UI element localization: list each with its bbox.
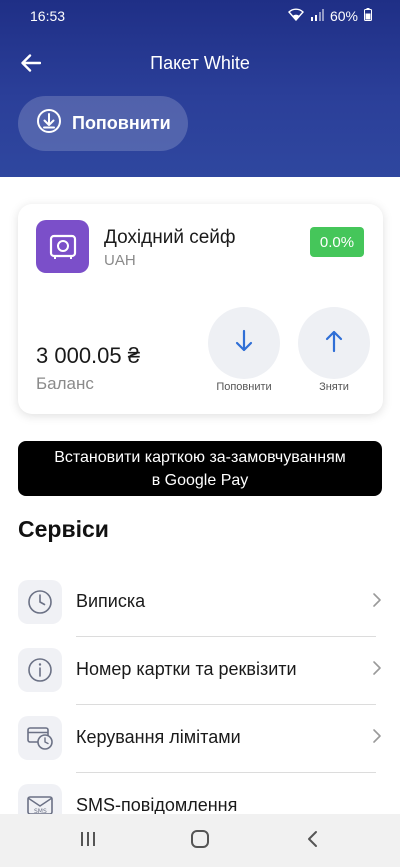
recents-icon <box>79 830 97 853</box>
service-item-statement[interactable]: Виписка <box>0 580 400 648</box>
service-item-label: Номер картки та реквізити <box>76 659 297 679</box>
chevron-right-icon <box>372 728 382 749</box>
rate-badge: 0.0% <box>310 227 364 257</box>
service-item-label: SMS-повідомлення <box>76 795 238 815</box>
safe-topup-button[interactable] <box>208 307 280 379</box>
balance-label: Баланс <box>36 374 94 393</box>
recents-button[interactable] <box>68 826 108 856</box>
arrow-down-icon <box>234 329 254 358</box>
page-title: Пакет White <box>150 53 250 73</box>
service-item-limits[interactable]: Керування лімітами <box>0 716 400 784</box>
services-title: Сервіси <box>18 516 109 542</box>
chevron-right-icon <box>372 660 382 681</box>
signal-icon <box>310 8 324 24</box>
card-limit-icon <box>18 716 62 760</box>
divider <box>76 704 376 705</box>
safe-currency: UAH <box>104 252 136 269</box>
wifi-icon <box>288 8 304 24</box>
system-back-button[interactable] <box>292 826 332 856</box>
status-time: 16:53 <box>30 8 66 24</box>
google-pay-banner[interactable]: Встановити карткою за-замовчуванням в Go… <box>18 441 382 496</box>
chevron-right-icon <box>372 592 382 613</box>
home-icon <box>190 829 210 854</box>
topup-button-label: Поповнити <box>72 113 171 133</box>
download-circle-icon <box>36 108 62 139</box>
safe-withdraw-button[interactable] <box>298 307 370 379</box>
safe-topup-label: Поповнити <box>216 381 272 393</box>
back-icon <box>306 830 318 853</box>
topup-button[interactable]: Поповнити <box>18 96 188 151</box>
google-pay-banner-line2: в Google Pay <box>151 472 249 489</box>
system-nav-bar <box>0 814 400 867</box>
service-item-label: Керування лімітами <box>76 727 241 747</box>
divider <box>76 636 376 637</box>
battery-icon <box>364 8 372 24</box>
clock-icon <box>18 580 62 624</box>
battery-percent: 60% <box>329 8 358 24</box>
safe-title: Дохідний сейф <box>104 227 236 248</box>
nav-row: Пакет White <box>0 40 400 88</box>
service-item-card-details[interactable]: Номер картки та реквізити <box>0 648 400 716</box>
status-bar: 16:53 60% <box>0 0 400 32</box>
safe-withdraw-label: Зняти <box>319 381 349 393</box>
info-icon <box>18 648 62 692</box>
divider <box>76 772 376 773</box>
google-pay-banner-line1: Встановити карткою за-замовчуванням <box>54 449 346 466</box>
safe-card[interactable]: Дохідний сейф UAH 0.0% 3 000.05 ₴ Баланс… <box>18 204 383 414</box>
safe-icon <box>36 220 89 273</box>
service-item-label: Виписка <box>76 591 146 611</box>
header: 16:53 60% Пакет White Поповнити <box>0 0 400 177</box>
balance-amount: 3 000.05 ₴ <box>36 343 140 368</box>
status-icons: 60% <box>288 8 372 24</box>
home-button[interactable] <box>180 826 220 856</box>
arrow-up-icon <box>324 329 344 358</box>
